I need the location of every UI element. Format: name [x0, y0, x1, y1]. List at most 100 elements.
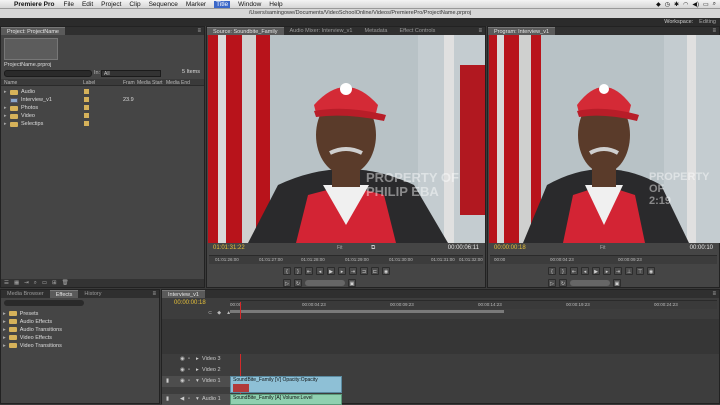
search-input[interactable] [4, 70, 92, 77]
project-item[interactable]: Interview_v1 23.9 [1, 96, 204, 104]
loop-icon[interactable]: ↻ [559, 279, 567, 287]
source-fit-select[interactable]: Fit [337, 245, 343, 251]
effects-folder[interactable]: ▸ Video Transitions [3, 342, 62, 349]
effects-folder[interactable]: ▸ Video Effects [3, 334, 52, 341]
col-media-start[interactable]: Media Start [137, 80, 163, 86]
panel-menu-icon[interactable]: ≡ [712, 27, 716, 35]
tab-sequence[interactable]: Interview_v1 [162, 290, 205, 298]
app-menu[interactable]: Premiere Pro [14, 1, 54, 8]
collapse-icon[interactable]: ▸ [196, 367, 199, 373]
col-frame-rate[interactable]: Fram [123, 80, 135, 86]
icon-view-icon[interactable]: ▦ [14, 280, 19, 286]
play-icon[interactable]: ▶ [327, 267, 335, 275]
go-to-out-icon[interactable]: ⇥ [349, 267, 357, 275]
extract-icon[interactable]: ⊤ [636, 267, 644, 275]
project-item[interactable]: ▸ Video [1, 112, 204, 120]
menu-edit[interactable]: Edit [82, 1, 93, 8]
go-to-in-icon[interactable]: ⇤ [570, 267, 578, 275]
effects-folder[interactable]: ▸ Audio Transitions [3, 326, 62, 333]
overwrite-icon[interactable]: ⊏ [371, 267, 379, 275]
collapse-icon[interactable]: ▾ [196, 396, 199, 402]
bluetooth-icon[interactable]: ✱ [674, 1, 679, 8]
find-icon[interactable]: ⌕ [34, 280, 37, 287]
disclosure-triangle-icon[interactable]: ▸ [4, 105, 7, 111]
jog-shuttle[interactable] [305, 280, 345, 286]
snap-icon[interactable]: ⊂ [208, 310, 212, 316]
label-swatch[interactable] [84, 113, 89, 118]
marker-icon[interactable]: ◆ [217, 310, 221, 316]
new-item-icon[interactable]: ⊞ [52, 280, 57, 286]
track-header-video-3[interactable]: ◉ ▫ ▸ Video 3 [162, 354, 230, 365]
col-media-end[interactable]: Media End [166, 80, 190, 86]
lift-icon[interactable]: ⊥ [625, 267, 633, 275]
go-to-out-icon[interactable]: ⇥ [614, 267, 622, 275]
source-patch-icon[interactable]: ▮ [166, 396, 169, 402]
source-timecode[interactable]: 01:01:31:22 [213, 245, 245, 251]
label-swatch[interactable] [84, 121, 89, 126]
mark-in-icon[interactable]: { [283, 267, 291, 275]
tab-metadata[interactable]: Metadata [359, 27, 394, 35]
insert-icon[interactable]: ⊐ [360, 267, 368, 275]
lock-track-icon[interactable]: ▫ [188, 367, 190, 373]
panel-menu-icon[interactable]: ≡ [478, 27, 482, 35]
source-tools-icon[interactable]: ⧉ [371, 245, 375, 252]
menu-title[interactable]: Title [214, 0, 231, 8]
battery-icon[interactable]: ▭ [703, 1, 709, 8]
program-fit-select[interactable]: Fit [600, 245, 606, 251]
menu-marker[interactable]: Marker [186, 1, 206, 8]
effects-folder[interactable]: ▸ Presets [3, 310, 38, 317]
menu-project[interactable]: Project [101, 1, 121, 8]
disclosure-triangle-icon[interactable]: ▸ [4, 113, 7, 119]
mark-out-icon[interactable]: } [294, 267, 302, 275]
in-select[interactable]: All [101, 70, 161, 77]
lock-track-icon[interactable]: ▫ [188, 378, 190, 384]
go-to-in-icon[interactable]: ⇤ [305, 267, 313, 275]
tab-effects[interactable]: Effects [49, 290, 79, 298]
eye-icon[interactable]: ◉ [180, 367, 185, 373]
menu-clip[interactable]: Clip [129, 1, 140, 8]
step-back-icon[interactable]: ◂ [581, 267, 589, 275]
menu-window[interactable]: Window [238, 1, 261, 8]
effects-folder[interactable]: ▸ Audio Effects [3, 318, 52, 325]
col-label[interactable]: Label [83, 80, 95, 86]
panel-menu-icon[interactable]: ≡ [152, 290, 156, 298]
play-in-out-icon[interactable]: ▷ [548, 279, 556, 287]
tab-project[interactable]: Project: ProjectName [1, 27, 65, 35]
menu-help[interactable]: Help [269, 1, 282, 8]
tab-audio-mixer[interactable]: Audio Mixer: Interview_v1 [284, 27, 359, 35]
timeline-timecode[interactable]: 00:00:00:18 [174, 300, 206, 306]
track-header-video-2[interactable]: ◉ ▫ ▸ Video 2 [162, 365, 230, 376]
workspace-select[interactable]: Editing [699, 19, 716, 25]
tab-program[interactable]: Program: Interview_v1 [488, 27, 556, 35]
lock-track-icon[interactable]: ▫ [188, 356, 190, 362]
list-view-icon[interactable]: ☰ [4, 280, 9, 286]
step-forward-icon[interactable]: ▸ [603, 267, 611, 275]
effects-search-input[interactable] [4, 300, 84, 306]
dropbox-icon[interactable]: ◆ [656, 1, 661, 8]
speaker-icon[interactable]: ◀ [180, 396, 184, 402]
disclosure-triangle-icon[interactable]: ▸ [4, 121, 7, 127]
tab-effect-controls[interactable]: Effect Controls [393, 27, 441, 35]
program-time-ruler[interactable]: 00:00 00:00:04:23 00:00:09:23 [490, 255, 717, 264]
label-swatch[interactable] [84, 89, 89, 94]
source-time-ruler[interactable]: 01:01:26:00 01:01:27:00 01:01:28:00 01:0… [209, 255, 483, 264]
track-header-audio-1[interactable]: ▮ ◀ ▫ ▾ Audio 1 [162, 394, 230, 405]
automate-icon[interactable]: ⇥ [24, 280, 29, 286]
collapse-icon[interactable]: ▾ [196, 378, 199, 384]
export-frame-icon[interactable]: ◉ [647, 267, 655, 275]
trash-icon[interactable]: 🗑 [62, 280, 69, 286]
lock-track-icon[interactable]: ▫ [188, 396, 190, 402]
jog-shuttle[interactable] [570, 280, 610, 286]
source-patch-icon[interactable]: ▮ [166, 378, 169, 384]
project-item[interactable]: ▸ Selectips [1, 120, 204, 128]
play-icon[interactable]: ▶ [592, 267, 600, 275]
clock-icon[interactable]: ◷ [665, 1, 670, 8]
project-item[interactable]: ▸ Audio [1, 88, 204, 96]
volume-icon[interactable]: ◀) [692, 1, 699, 8]
menu-sequence[interactable]: Sequence [149, 1, 178, 8]
menu-file[interactable]: File [63, 1, 73, 8]
collapse-icon[interactable]: ▸ [196, 356, 199, 362]
mark-out-icon[interactable]: } [559, 267, 567, 275]
label-swatch[interactable] [84, 97, 89, 102]
eye-icon[interactable]: ◉ [180, 356, 185, 362]
